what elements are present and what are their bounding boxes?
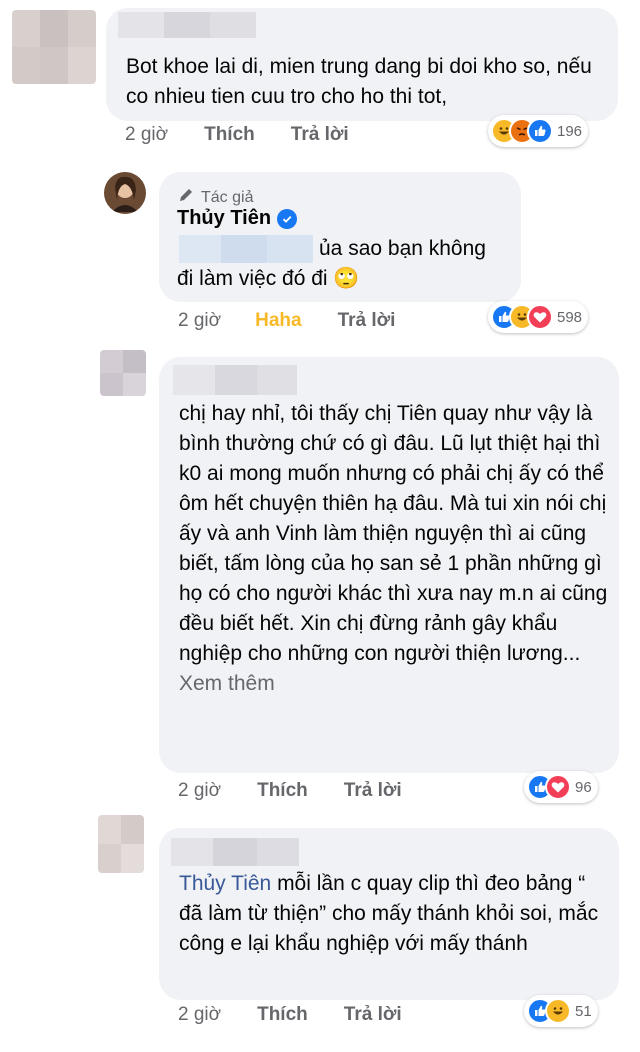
author-name[interactable]: Thủy Tiên (177, 207, 298, 230)
reaction-summary[interactable]: 96 (524, 771, 598, 803)
avatar-pixelated[interactable] (98, 815, 144, 873)
comment-text: ủa sao bạn không đi làm việc đó đi 🙄 (177, 237, 486, 290)
comment-meta: 2 giờ Haha Trả lời (178, 310, 431, 332)
reply-action[interactable]: Trả lời (338, 310, 396, 332)
author-badge: Tác giả (177, 186, 253, 209)
love-icon (545, 774, 571, 800)
like-action[interactable]: Thích (257, 780, 308, 802)
comment-time[interactable]: 2 giờ (178, 780, 221, 802)
comment-time[interactable]: 2 giờ (125, 124, 168, 146)
like-icon (527, 118, 553, 144)
love-icon (527, 304, 553, 330)
reaction-summary[interactable]: 51 (524, 995, 598, 1027)
comment-bubble: Tác giả Thủy Tiên ủa sao bạn không đi là… (159, 172, 521, 302)
comment-time[interactable]: 2 giờ (178, 310, 221, 332)
comment-meta: 2 giờ Thích Trả lời (125, 124, 385, 146)
avatar-pixelated[interactable] (100, 350, 146, 396)
comment-bubble: Thủy Tiên mỗi lần c quay clip thì đeo bả… (159, 828, 619, 1000)
comment-meta: 2 giờ Thích Trả lời (178, 1004, 438, 1026)
reply-action[interactable]: Trả lời (291, 124, 349, 146)
comment-text: Bot khoe lai di, mien trung dang bi doi … (126, 55, 592, 108)
avatar-pixelated[interactable] (12, 10, 96, 84)
like-action[interactable]: Thích (257, 1004, 308, 1026)
see-more-link[interactable]: Xem thêm (179, 672, 275, 695)
author-badge-label: Tác giả (201, 188, 254, 206)
reaction-count: 196 (557, 122, 583, 140)
author-name-text: Thủy Tiên (177, 207, 272, 229)
verified-badge-icon (277, 208, 298, 229)
comment-meta: 2 giờ Thích Trả lời (178, 780, 438, 802)
comment-time[interactable]: 2 giờ (178, 1004, 221, 1026)
pencil-icon (177, 186, 195, 209)
comment-text: chị hay nhỉ, tôi thấy chị Tiên quay như … (179, 399, 609, 699)
reaction-summary[interactable]: 196 (488, 115, 589, 147)
haha-icon (545, 998, 571, 1024)
comment-bubble: chị hay nhỉ, tôi thấy chị Tiên quay như … (159, 357, 619, 773)
reaction-summary[interactable]: 598 (488, 301, 589, 333)
comment-text: Thủy Tiên mỗi lần c quay clip thì đeo bả… (179, 869, 604, 959)
haha-reaction-action[interactable]: Haha (255, 310, 301, 332)
comment-body: chị hay nhỉ, tôi thấy chị Tiên quay như … (179, 402, 608, 665)
reply-action[interactable]: Trả lời (344, 780, 402, 802)
like-action[interactable]: Thích (204, 124, 255, 146)
blurred-commenter-name (118, 12, 256, 38)
reaction-count: 96 (575, 778, 592, 796)
reaction-count: 51 (575, 1002, 592, 1020)
comment-bubble: Bot khoe lai di, mien trung dang bi doi … (106, 8, 618, 121)
mention-link[interactable]: Thủy Tiên (179, 872, 271, 895)
blurred-commenter-name (173, 365, 297, 395)
reaction-count: 598 (557, 308, 583, 326)
author-avatar[interactable] (104, 172, 146, 214)
blurred-commenter-name (171, 838, 299, 866)
reply-action[interactable]: Trả lời (344, 1004, 402, 1026)
